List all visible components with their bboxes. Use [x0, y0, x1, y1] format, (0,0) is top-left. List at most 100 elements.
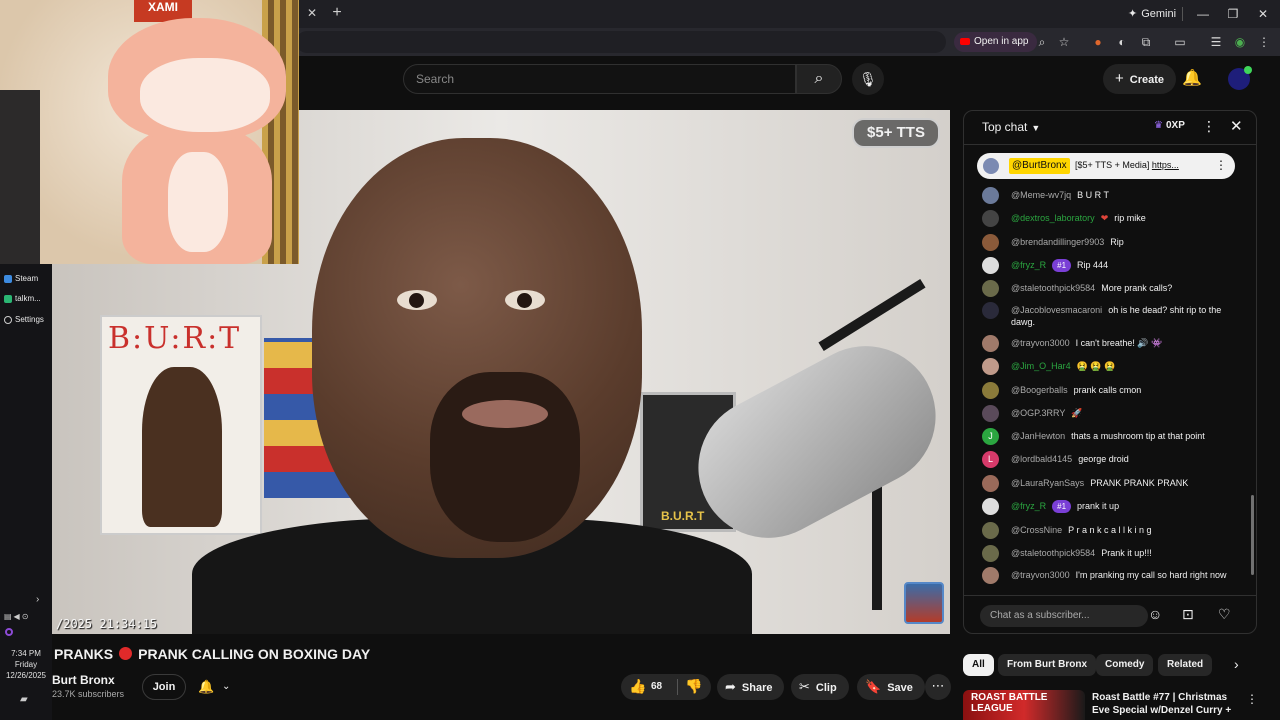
avatar[interactable] — [982, 405, 999, 422]
super-chat-icon[interactable]: ⊡ — [1182, 606, 1194, 623]
xp-badge[interactable]: ♛ 0XP — [1154, 120, 1185, 131]
chat-scrollbar[interactable] — [1251, 495, 1254, 575]
account-avatar[interactable] — [1228, 66, 1252, 90]
chat-username[interactable]: @dextros_laboratory — [1011, 213, 1095, 223]
search-input[interactable]: Search — [403, 64, 796, 94]
avatar[interactable] — [982, 335, 999, 352]
chat-username[interactable]: @fryz_R — [1011, 501, 1046, 511]
thumbs-down-icon[interactable]: 👎 — [685, 678, 702, 695]
extensions-puzzle-icon[interactable]: ⧉ — [1138, 34, 1154, 50]
pinned-link[interactable]: https... — [1152, 160, 1179, 170]
avatar[interactable] — [982, 358, 999, 375]
tray-ring-icon[interactable] — [5, 628, 13, 636]
chat-username[interactable]: @Meme-wv7jq — [1011, 190, 1071, 200]
pinned-message[interactable]: @BurtBronx [$5+ TTS + Media] https... ⋮ — [977, 153, 1235, 179]
chat-username[interactable]: @trayvon3000 — [1011, 338, 1070, 348]
browser-menu-icon[interactable]: ⋮ — [1256, 34, 1272, 50]
chat-input[interactable]: Chat as a subscriber... — [980, 605, 1148, 627]
tts-badge: $5+ TTS — [852, 118, 940, 148]
filter-chip[interactable]: From Burt Bronx — [998, 654, 1096, 676]
avatar[interactable] — [982, 498, 999, 515]
close-chat-icon[interactable]: ✕ — [1230, 117, 1243, 135]
new-tab-icon[interactable]: + — [328, 4, 346, 22]
emoji-icon[interactable]: ☺ — [1148, 606, 1162, 622]
restore-icon[interactable]: ❐ — [1218, 4, 1248, 24]
cast-icon[interactable]: ▭ — [1172, 34, 1188, 50]
share-button[interactable]: ➦ Share — [717, 674, 785, 700]
notification-icon[interactable]: ▰ — [20, 694, 28, 705]
avatar[interactable] — [982, 210, 999, 227]
zoom-icon[interactable]: ⌕ — [1034, 34, 1050, 50]
chat-username[interactable]: @lordbald4145 — [1011, 454, 1072, 464]
avatar[interactable] — [982, 567, 999, 584]
related-video-thumbnail[interactable]: ROAST BATTLE LEAGUE — [963, 690, 1085, 720]
voice-search-button[interactable]: 🎙 — [852, 63, 884, 95]
address-bar[interactable] — [296, 31, 946, 53]
avatar[interactable] — [982, 545, 999, 562]
open-in-app-button[interactable]: Open in app — [954, 32, 1037, 52]
close-window-icon[interactable]: ✕ — [1248, 4, 1278, 24]
search-button[interactable]: ⌕ — [796, 64, 842, 94]
avatar[interactable] — [982, 302, 999, 319]
heart-icon[interactable]: ♡ — [1218, 606, 1231, 623]
clip-button[interactable]: ✂ Clip — [791, 674, 849, 700]
reading-list-icon[interactable]: ☰ — [1208, 34, 1224, 50]
desktop-item-settings[interactable]: Settings — [4, 313, 44, 327]
tab-close-icon[interactable]: ✕ — [304, 5, 320, 21]
chat-username[interactable]: @staletoothpick9584 — [1011, 548, 1095, 558]
related-video-menu-icon[interactable]: ⋮ — [1246, 692, 1258, 706]
notifications-bell-icon[interactable]: 🔔 — [1182, 68, 1202, 88]
chat-username[interactable]: @fryz_R — [1011, 260, 1046, 270]
chat-username[interactable]: @JanHewton — [1011, 431, 1065, 441]
avatar[interactable] — [982, 257, 999, 274]
chat-username[interactable]: @trayvon3000 — [1011, 570, 1070, 580]
avatar[interactable]: L — [982, 451, 999, 468]
top-chat-dropdown[interactable]: Top chat ▼ — [982, 120, 1040, 134]
chat-username[interactable]: @LauraRyanSays — [1011, 478, 1084, 488]
chat-username[interactable]: @brendandillinger9903 — [1011, 237, 1104, 247]
related-video-title[interactable]: Roast Battle #77 | Christmas Eve Special… — [1092, 691, 1238, 720]
save-button[interactable]: 🔖 Save — [857, 674, 925, 700]
system-tray-icons[interactable]: ▤◀⊙ — [4, 612, 30, 621]
avatar[interactable]: J — [982, 428, 999, 445]
taskbar-clock[interactable]: 7:34 PM Friday 12/26/2025 — [0, 648, 52, 681]
chat-menu-icon[interactable]: ⋮ — [1202, 118, 1216, 135]
avatar[interactable] — [982, 234, 999, 251]
profile-icon[interactable]: ◉ — [1232, 34, 1248, 50]
chat-username[interactable]: @Boogerballs — [1011, 385, 1068, 395]
avatar[interactable] — [982, 382, 999, 399]
avatar[interactable] — [982, 280, 999, 297]
filter-chip[interactable]: All — [963, 654, 994, 676]
chevron-right-icon[interactable]: › — [1234, 656, 1239, 672]
extension-icon[interactable]: ◐ — [1114, 34, 1130, 50]
chevron-right-icon[interactable]: › — [36, 594, 39, 605]
chat-message: @brendandillinger9903 Rip — [982, 234, 1237, 251]
avatar[interactable] — [982, 187, 999, 204]
chat-footer: Chat as a subscriber... ☺ ⊡ ♡ — [964, 595, 1256, 633]
create-button[interactable]: + Create — [1103, 64, 1177, 94]
bookmark-star-icon[interactable]: ☆ — [1056, 34, 1072, 50]
desktop-item-steam[interactable]: Steam — [4, 272, 38, 286]
thumbs-up-icon[interactable]: 👍 — [629, 678, 646, 695]
pinned-menu-icon[interactable]: ⋮ — [1215, 158, 1227, 172]
webcam-shelf — [0, 90, 40, 264]
filter-chip[interactable]: Comedy — [1096, 654, 1154, 676]
chat-username[interactable]: @Jim_O_Har4 — [1011, 361, 1071, 371]
chat-username[interactable]: @OGP.3RRY — [1011, 408, 1065, 418]
chat-username[interactable]: @Jacoblovesmacaroni — [1011, 305, 1102, 315]
filter-chip[interactable]: Related — [1158, 654, 1213, 676]
channel-name[interactable]: Burt Bronx — [52, 673, 115, 687]
avatar[interactable] — [982, 522, 999, 539]
more-actions-icon[interactable]: ⋯ — [925, 674, 951, 700]
chat-message: @trayvon3000 I'm pranking my call so hard… — [982, 567, 1237, 584]
chat-username[interactable]: @CrossNine — [1011, 525, 1062, 535]
minimize-icon[interactable]: — — [1188, 4, 1218, 24]
chat-username[interactable]: @staletoothpick9584 — [1011, 283, 1095, 293]
gemini-button[interactable]: ✦ Gemini — [1120, 4, 1184, 24]
join-button[interactable]: Join — [142, 674, 186, 700]
desktop-item-talkm[interactable]: talkm... — [4, 292, 41, 306]
chat-message: @trayvon3000 I can't breathe! 🔊 👾 — [982, 335, 1237, 352]
extension-icon[interactable]: ● — [1090, 34, 1106, 50]
subscription-bell-button[interactable]: 🔔 ⌄ — [190, 674, 246, 700]
avatar[interactable] — [982, 475, 999, 492]
